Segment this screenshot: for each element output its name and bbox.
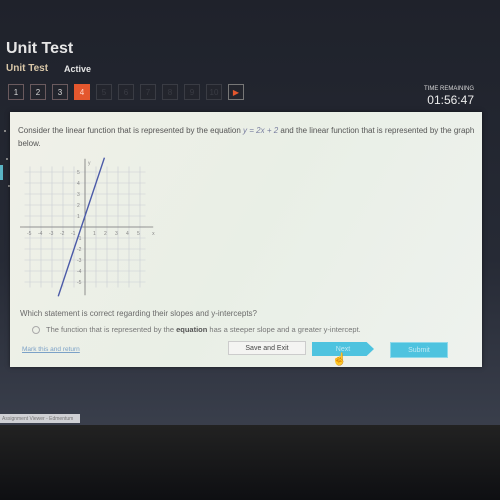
x-tick-label: 2 — [104, 231, 107, 237]
x-tick-label: 3 — [115, 231, 118, 237]
page-title: Unit Test — [6, 40, 74, 57]
option-text-bold: equation — [176, 325, 208, 334]
y-tick-label: 5 — [77, 170, 80, 176]
y-tick-label: -5 — [77, 280, 82, 286]
x-tick-label: -3 — [49, 231, 54, 237]
question-pager: 1 2 3 4 5 6 7 8 9 10 ▶ — [8, 84, 244, 100]
x-tick-label: -2 — [60, 231, 65, 237]
mark-and-return-link[interactable]: Mark this and return — [22, 346, 80, 353]
page-button-7[interactable]: 7 — [140, 84, 156, 100]
x-tick-label: 1 — [93, 231, 96, 237]
y-tick-label: 3 — [77, 192, 80, 198]
side-dot — [6, 158, 8, 160]
x-tick-label: 4 — [126, 231, 129, 237]
x-tick-label: -1 — [71, 231, 76, 237]
equation: y = 2x + 2 — [243, 126, 279, 135]
page-button-9[interactable]: 9 — [184, 84, 200, 100]
side-tab[interactable] — [0, 165, 3, 180]
y-tick-label: 1 — [77, 214, 80, 220]
y-tick-label: -2 — [77, 247, 82, 253]
answer-option[interactable]: The function that is represented by the … — [32, 325, 361, 334]
page-button-8[interactable]: 8 — [162, 84, 178, 100]
x-tick-label: -4 — [38, 231, 43, 237]
y-tick-label: -4 — [77, 269, 82, 275]
coordinate-graph: xy-5 -4 -3 -2 -1 1 2 3 4 554321-1-2-3-4-5 — [20, 157, 155, 297]
monitor-bezel — [0, 425, 500, 500]
x-axis-label: x — [152, 231, 155, 237]
time-remaining-label: TIME REMAINING — [423, 86, 474, 92]
y-tick-label: 4 — [77, 181, 80, 187]
x-tick-label: -5 — [27, 231, 32, 237]
page-button-6[interactable]: 6 — [118, 84, 134, 100]
time-remaining-value: 01:56:47 — [427, 93, 474, 107]
submit-button[interactable]: Submit — [390, 342, 448, 358]
question-text: Consider the linear function that is rep… — [18, 124, 478, 150]
save-and-exit-button[interactable]: Save and Exit — [228, 341, 306, 355]
option-text-suffix: has a steeper slope and a greater y-inte… — [207, 325, 361, 334]
status-label: Active — [64, 64, 92, 74]
page-button-1[interactable]: 1 — [8, 84, 24, 100]
side-dot — [4, 130, 6, 132]
taskbar-item[interactable]: Assignment Viewer - Edmentum — [0, 414, 80, 423]
hand-cursor-icon: ☝ — [332, 352, 347, 366]
question-prompt: Which statement is correct regarding the… — [20, 309, 257, 318]
page-button-4[interactable]: 4 — [74, 84, 90, 100]
y-axis-label: y — [88, 160, 91, 166]
option-text-prefix: The function that is represented by the — [46, 325, 177, 334]
question-card: Consider the linear function that is rep… — [10, 112, 482, 367]
page-button-2[interactable]: 2 — [30, 84, 46, 100]
next-page-icon[interactable]: ▶ — [228, 84, 244, 100]
page-button-5[interactable]: 5 — [96, 84, 112, 100]
x-tick-label: 5 — [137, 231, 140, 237]
answer-option-text: The function that is represented by the … — [46, 325, 361, 334]
y-tick-label: -3 — [77, 258, 82, 264]
page-button-10[interactable]: 10 — [206, 84, 222, 100]
y-tick-label: 2 — [77, 203, 80, 209]
breadcrumb-unit-test[interactable]: Unit Test — [6, 63, 48, 74]
question-text-before: Consider the linear function that is rep… — [18, 126, 244, 135]
page-button-3[interactable]: 3 — [52, 84, 68, 100]
radio-button[interactable] — [32, 325, 40, 334]
